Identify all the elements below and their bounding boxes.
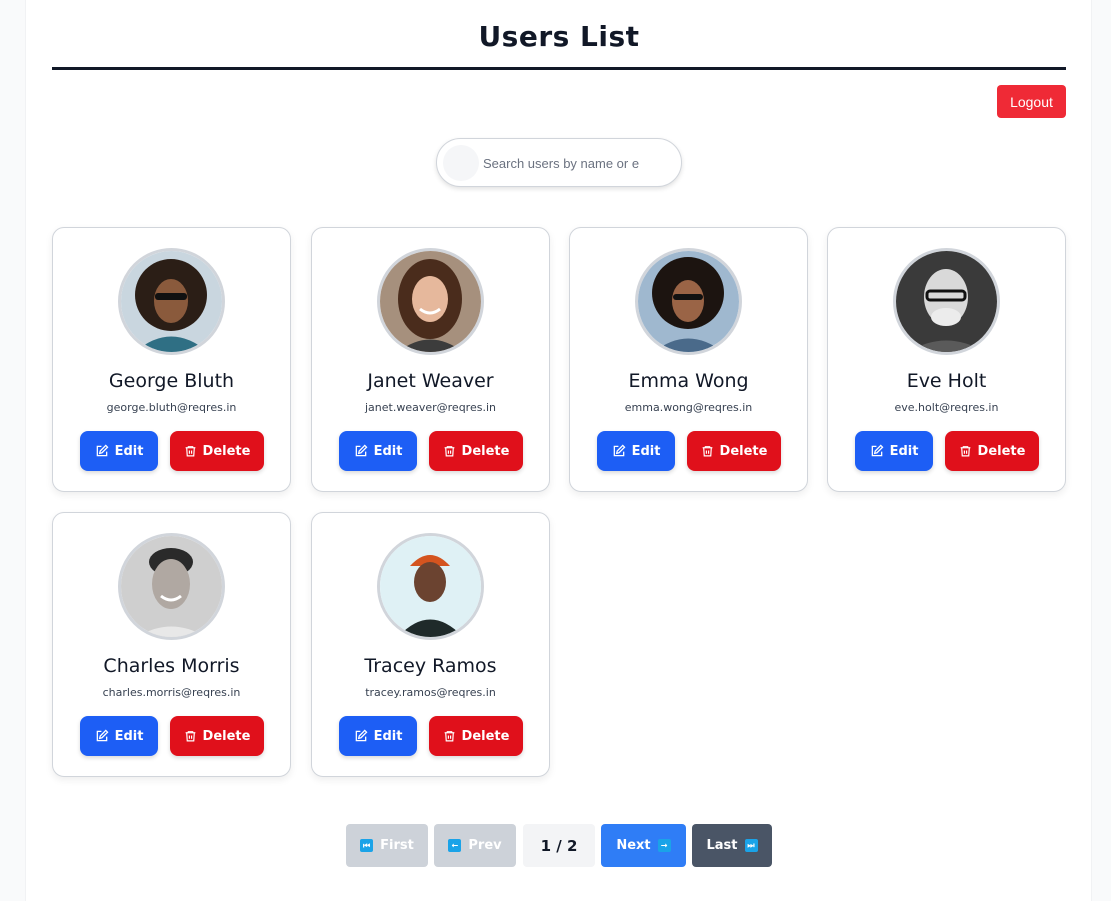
- user-email: eve.holt@reqres.in: [894, 401, 999, 414]
- user-name: Janet Weaver: [367, 370, 494, 392]
- delete-label: Delete: [719, 443, 768, 459]
- edit-label: Edit: [373, 443, 403, 459]
- edit-button[interactable]: Edit: [80, 716, 158, 756]
- delete-label: Delete: [977, 443, 1026, 459]
- avatar: [893, 248, 1000, 355]
- delete-label: Delete: [202, 443, 251, 459]
- delete-button[interactable]: Delete: [687, 431, 781, 471]
- delete-button[interactable]: Delete: [429, 716, 523, 756]
- last-page-button[interactable]: Last ⏭: [692, 824, 772, 867]
- edit-button[interactable]: Edit: [597, 431, 675, 471]
- user-email: janet.weaver@reqres.in: [365, 401, 496, 414]
- user-name: Eve Holt: [906, 370, 987, 392]
- next-label: Next: [616, 838, 651, 853]
- user-card: Janet Weaver janet.weaver@reqres.in Edit…: [311, 227, 550, 492]
- user-name: Charles Morris: [103, 655, 240, 677]
- first-label: First: [380, 838, 414, 853]
- edit-button[interactable]: Edit: [855, 431, 933, 471]
- delete-button[interactable]: Delete: [170, 431, 264, 471]
- edit-icon: [96, 729, 109, 742]
- edit-icon: [613, 444, 626, 457]
- edit-label: Edit: [373, 728, 403, 744]
- logout-button[interactable]: Logout: [997, 85, 1066, 118]
- edit-label: Edit: [889, 443, 919, 459]
- arrow-right-icon: →: [657, 839, 671, 852]
- edit-icon: [355, 729, 368, 742]
- user-name: George Bluth: [108, 370, 235, 392]
- user-name: Tracey Ramos: [364, 655, 497, 677]
- delete-button[interactable]: Delete: [945, 431, 1039, 471]
- search-input[interactable]: [483, 151, 639, 175]
- skip-first-icon: ⏮: [360, 839, 374, 852]
- search-box: [436, 138, 682, 187]
- page-header: Users List: [52, 0, 1066, 70]
- search-icon: [443, 145, 479, 181]
- user-email: george.bluth@reqres.in: [106, 401, 237, 414]
- prev-page-button[interactable]: ← Prev: [434, 824, 516, 867]
- user-card: Emma Wong emma.wong@reqres.in Edit Delet…: [569, 227, 808, 492]
- user-email: charles.morris@reqres.in: [102, 686, 241, 699]
- edit-icon: [96, 444, 109, 457]
- edit-button[interactable]: Edit: [80, 431, 158, 471]
- delete-button[interactable]: Delete: [170, 716, 264, 756]
- arrow-left-icon: ←: [448, 839, 462, 852]
- user-email: tracey.ramos@reqres.in: [365, 686, 496, 699]
- prev-label: Prev: [468, 838, 502, 853]
- trash-icon: [702, 446, 712, 457]
- user-card: Tracey Ramos tracey.ramos@reqres.in Edit…: [311, 512, 550, 777]
- user-card: Eve Holt eve.holt@reqres.in Edit Delete: [827, 227, 1066, 492]
- last-label: Last: [706, 838, 738, 853]
- trash-icon: [185, 446, 195, 457]
- user-email: emma.wong@reqres.in: [624, 401, 753, 414]
- user-card: Charles Morris charles.morris@reqres.in …: [52, 512, 291, 777]
- page-container: Users List Logout George Bluth george.bl…: [25, 0, 1092, 901]
- avatar: [118, 248, 225, 355]
- skip-last-icon: ⏭: [744, 839, 758, 852]
- page-indicator: 1 / 2: [523, 824, 595, 867]
- edit-label: Edit: [114, 728, 144, 744]
- avatar: [118, 533, 225, 640]
- edit-label: Edit: [114, 443, 144, 459]
- avatar: [377, 533, 484, 640]
- page-title: Users List: [478, 20, 640, 53]
- trash-icon: [960, 446, 970, 457]
- edit-icon: [871, 444, 884, 457]
- first-page-button[interactable]: ⏮ First: [346, 824, 428, 867]
- trash-icon: [444, 446, 454, 457]
- delete-label: Delete: [461, 443, 510, 459]
- avatar: [635, 248, 742, 355]
- trash-icon: [185, 731, 195, 742]
- avatar: [377, 248, 484, 355]
- edit-button[interactable]: Edit: [339, 716, 417, 756]
- delete-label: Delete: [202, 728, 251, 744]
- edit-label: Edit: [631, 443, 661, 459]
- user-name: Emma Wong: [628, 370, 749, 392]
- trash-icon: [444, 731, 454, 742]
- edit-button[interactable]: Edit: [339, 431, 417, 471]
- delete-button[interactable]: Delete: [429, 431, 523, 471]
- next-page-button[interactable]: Next →: [601, 824, 686, 867]
- user-card: George Bluth george.bluth@reqres.in Edit…: [52, 227, 291, 492]
- edit-icon: [355, 444, 368, 457]
- delete-label: Delete: [461, 728, 510, 744]
